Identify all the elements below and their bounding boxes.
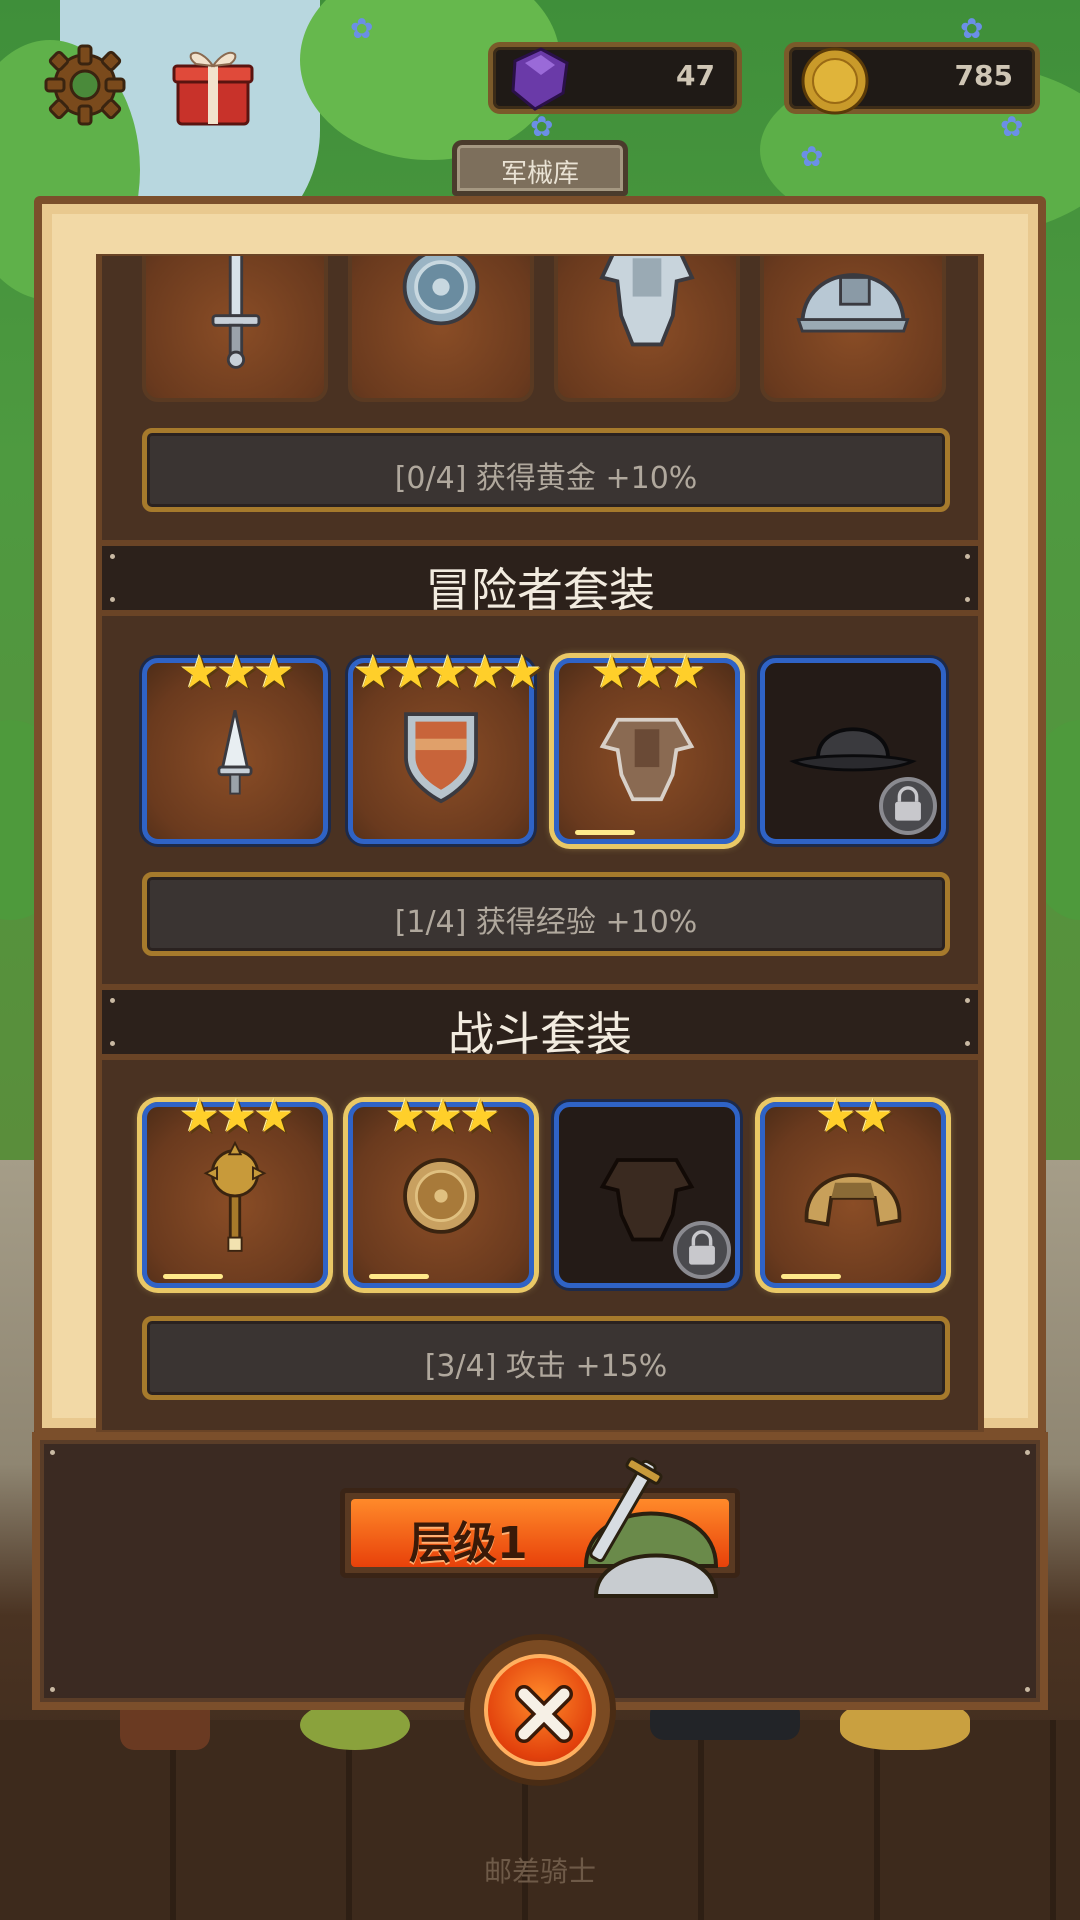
star-rating: ★★ [815,1089,894,1143]
gift-box-icon[interactable] [168,40,258,130]
equipment-slot[interactable]: ★★ [760,1093,946,1288]
round-shield-icon [402,256,480,326]
knight-helmet-icon [566,1446,736,1606]
coin-counter: 785 [784,41,1040,117]
upgrade-progress [575,830,635,835]
equipment-slot-locked[interactable] [760,658,946,844]
upgrade-progress [163,1274,223,1279]
equipment-slot[interactable]: ★★★ [348,1093,534,1288]
set-bonus-text: [1/4] 获得经验 +10% [394,905,698,940]
gem-count: 47 [676,59,715,92]
close-icon [515,1685,573,1743]
set-bonus-text: [3/4] 攻击 +15% [424,1349,668,1384]
star-rating: ★★★★★ [353,645,543,699]
star-rating: ★★★ [385,1089,501,1143]
equipment-slot[interactable] [348,256,534,402]
set-bonus-bar: [0/4] 获得黄金 +10% [142,428,950,512]
set-bonus-bar: [3/4] 攻击 +15% [142,1316,950,1400]
tier-label: 层级1 [409,1518,528,1569]
star-rating: ★★★ [179,645,295,699]
equipment-set-list[interactable]: [0/4] 获得黄金 +10% 冒险者套装 ★★★ ★★★★★ ★★★ [1/4… [96,256,984,1436]
equipment-slot[interactable]: ★★★★★ [348,649,543,844]
equipment-slot[interactable]: ★★★ [142,1093,328,1288]
star-rating: ★★★ [179,1089,295,1143]
gold-coin-icon [797,41,873,117]
game-title-label: 邮差骑士 [483,1855,596,1888]
settings-gear-icon[interactable] [40,40,130,130]
set-bonus-text: [0/4] 获得黄金 +10% [394,461,698,496]
set-header: 战斗套装 [102,984,978,1061]
set-title: 冒险者套装 [425,563,655,617]
upgrade-progress [781,1274,841,1279]
star-rating: ★★★ [591,645,707,699]
upgrade-progress [369,1274,429,1279]
equipment-slot-locked[interactable] [554,1102,740,1288]
close-button-face [484,1654,596,1766]
purple-gem-icon [501,41,577,117]
set-header: 冒险者套装 [102,540,978,617]
armory-tab[interactable]: 军械库 [452,140,628,196]
coin-count: 785 [954,59,1013,92]
flower-icon: ✿ [960,12,984,45]
equipment-slot[interactable]: ★★★ [142,649,328,844]
lock-icon [879,777,937,835]
equipment-slot[interactable]: ★★★ [554,649,740,844]
flower-icon: ✿ [800,140,824,173]
steel-helmet-icon [796,273,910,333]
sword-icon [211,256,261,369]
equipment-slot[interactable] [554,256,740,402]
set-title: 战斗套装 [448,1007,632,1061]
armory-tab-label: 军械库 [500,159,579,189]
set-bonus-bar: [1/4] 获得经验 +10% [142,872,950,956]
gem-counter: 47 [488,42,742,114]
equipment-slot[interactable] [760,256,946,402]
equipment-slot[interactable] [142,256,328,402]
close-button[interactable] [464,1634,616,1786]
plate-armor-icon [599,256,695,347]
flower-icon: ✿ [350,12,374,45]
flower-icon: ✿ [1000,110,1024,143]
lock-icon [673,1221,731,1279]
